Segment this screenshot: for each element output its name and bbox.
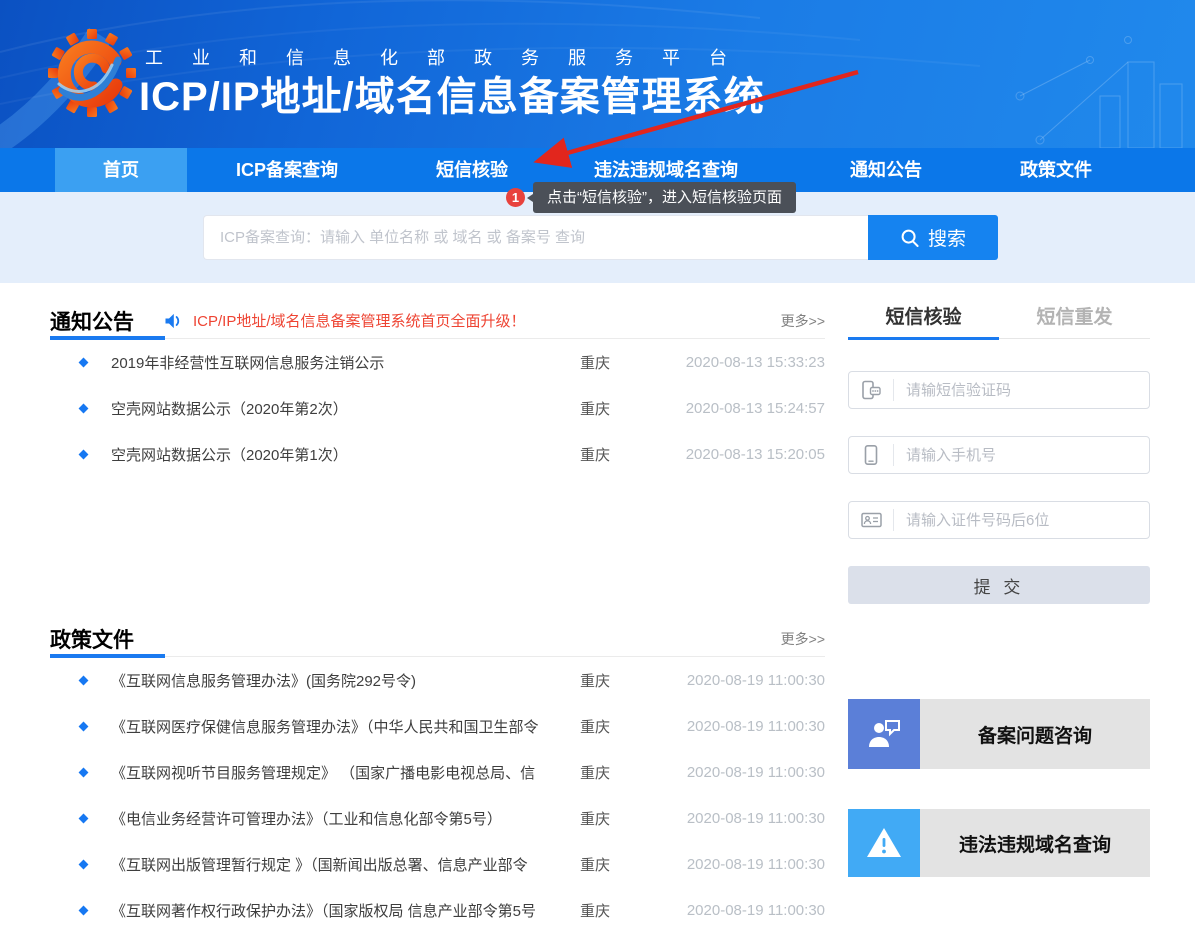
policy-time: 2020-08-19 11:00:30 bbox=[675, 672, 825, 689]
diamond-bullet-icon bbox=[79, 721, 89, 731]
sms-panel-tabs: 短信核验 短信重发 bbox=[848, 303, 1150, 339]
diamond-bullet-icon bbox=[79, 449, 89, 459]
notice-row[interactable]: 空壳网站数据公示（2020年第2次） 重庆 2020-08-13 15:24:5… bbox=[50, 385, 825, 431]
notice-time: 2020-08-13 15:20:05 bbox=[675, 446, 825, 463]
phone-icon bbox=[849, 444, 893, 466]
policy-title: 《互联网著作权行政保护办法》（国家版权局 信息产业部令第5号 bbox=[111, 900, 580, 921]
search-button-label: 搜索 bbox=[928, 224, 966, 251]
diamond-bullet-icon bbox=[79, 859, 89, 869]
phone-input[interactable] bbox=[894, 437, 1149, 473]
step-badge: 1 bbox=[506, 188, 525, 207]
guide-tooltip: 点击“短信核验”，进入短信核验页面 bbox=[533, 182, 796, 213]
notices-list: 2019年非经营性互联网信息服务注销公示 重庆 2020-08-13 15:33… bbox=[50, 339, 825, 477]
diamond-bullet-icon bbox=[79, 813, 89, 823]
policy-row[interactable]: 《互联网医疗保健信息服务管理办法》（中华人民共和国卫生部令 重庆 2020-08… bbox=[50, 703, 825, 749]
sms-code-input[interactable] bbox=[894, 372, 1149, 408]
notices-section: 通知公告 ICP/IP地址/域名信息备案管理系统首页全面升级！ 更多>> bbox=[50, 303, 825, 477]
diamond-bullet-icon bbox=[79, 403, 89, 413]
page: 工业和信息化部政务服务平台 ICP/IP地址/域名信息备案管理系统 首页 ICP… bbox=[0, 0, 1195, 934]
notice-region: 重庆 bbox=[580, 352, 675, 373]
policy-title: 《互联网出版管理暂行规定 》（国新闻出版总署、信息产业部令 bbox=[111, 854, 580, 875]
site-header: 工业和信息化部政务服务平台 ICP/IP地址/域名信息备案管理系统 bbox=[0, 0, 1195, 148]
policy-row[interactable]: 《电信业务经营许可管理办法》（工业和信息化部令第5号） 重庆 2020-08-1… bbox=[50, 795, 825, 841]
policy-time: 2020-08-19 11:00:30 bbox=[675, 718, 825, 735]
search-row: 搜索 bbox=[203, 215, 998, 260]
policy-title: 《互联网视听节目服务管理规定》 （国家广播电影电视总局、信 bbox=[111, 762, 580, 783]
policy-region: 重庆 bbox=[580, 670, 675, 691]
diamond-bullet-icon bbox=[79, 357, 89, 367]
policy-row[interactable]: 《互联网出版管理暂行规定 》（国新闻出版总署、信息产业部令 重庆 2020-08… bbox=[50, 841, 825, 887]
site-title: ICP/IP地址/域名信息备案管理系统 bbox=[139, 64, 765, 122]
nav-item-notices[interactable]: 通知公告 bbox=[775, 148, 997, 192]
policy-title: 《互联网医疗保健信息服务管理办法》（中华人民共和国卫生部令 bbox=[111, 716, 580, 737]
notice-title: 空壳网站数据公示（2020年第2次） bbox=[111, 398, 580, 419]
idcard-field[interactable] bbox=[848, 501, 1150, 539]
policy-region: 重庆 bbox=[580, 716, 675, 737]
tab-sms-resend[interactable]: 短信重发 bbox=[999, 303, 1150, 338]
policy-time: 2020-08-19 11:00:30 bbox=[675, 902, 825, 919]
idcard-input[interactable] bbox=[894, 502, 1149, 538]
notices-marquee[interactable]: ICP/IP地址/域名信息备案管理系统首页全面升级！ bbox=[164, 310, 526, 331]
policy-row[interactable]: 《互联网著作权行政保护办法》（国家版权局 信息产业部令第5号 重庆 2020-0… bbox=[50, 887, 825, 933]
phone-field[interactable] bbox=[848, 436, 1150, 474]
site-logo-gear-icon[interactable] bbox=[46, 24, 138, 122]
notice-title: 2019年非经营性互联网信息服务注销公示 bbox=[111, 352, 580, 373]
policy-region: 重庆 bbox=[580, 900, 675, 921]
policies-more-link[interactable]: 更多>> bbox=[781, 629, 825, 649]
nav-item-home[interactable]: 首页 bbox=[55, 148, 187, 192]
policies-section: 政策文件 更多>> 《互联网信息服务管理办法》(国务院292号令) 重庆 202… bbox=[50, 621, 825, 933]
tab-sms-verify[interactable]: 短信核验 bbox=[848, 303, 999, 338]
notice-row[interactable]: 空壳网站数据公示（2020年第1次） 重庆 2020-08-13 15:20:0… bbox=[50, 431, 825, 477]
notices-marquee-text: ICP/IP地址/域名信息备案管理系统首页全面升级！ bbox=[193, 310, 526, 331]
idcard-icon bbox=[849, 509, 893, 531]
policy-title: 《电信业务经营许可管理办法》（工业和信息化部令第5号） bbox=[111, 808, 580, 829]
policy-region: 重庆 bbox=[580, 762, 675, 783]
illegal-domain-quick-link[interactable]: 违法违规域名查询 bbox=[848, 809, 1150, 877]
search-icon bbox=[900, 228, 920, 248]
policy-row[interactable]: 《互联网视听节目服务管理规定》 （国家广播电影电视总局、信 重庆 2020-08… bbox=[50, 749, 825, 795]
sms-verify-form: 提 交 bbox=[848, 371, 1150, 604]
submit-button[interactable]: 提 交 bbox=[848, 566, 1150, 604]
notices-title: 通知公告 bbox=[50, 306, 134, 336]
policy-region: 重庆 bbox=[580, 808, 675, 829]
search-button[interactable]: 搜索 bbox=[868, 215, 998, 260]
policies-header: 政策文件 更多>> bbox=[50, 621, 825, 657]
warning-icon bbox=[848, 809, 920, 877]
policy-title: 《互联网信息服务管理办法》(国务院292号令) bbox=[111, 670, 580, 691]
illegal-domain-label: 违法违规域名查询 bbox=[920, 809, 1150, 877]
main-content: 通知公告 ICP/IP地址/域名信息备案管理系统首页全面升级！ 更多>> bbox=[0, 283, 1195, 933]
left-column: 通知公告 ICP/IP地址/域名信息备案管理系统首页全面升级！ 更多>> bbox=[50, 303, 825, 933]
consult-icon bbox=[848, 699, 920, 769]
notices-more-link[interactable]: 更多>> bbox=[781, 311, 825, 331]
speaker-icon bbox=[164, 312, 183, 330]
notice-region: 重庆 bbox=[580, 398, 675, 419]
policy-region: 重庆 bbox=[580, 854, 675, 875]
guide-annotation: 1 点击“短信核验”，进入短信核验页面 bbox=[506, 182, 796, 213]
notice-title: 空壳网站数据公示（2020年第1次） bbox=[111, 444, 580, 465]
sms-code-icon bbox=[849, 379, 893, 401]
notice-time: 2020-08-13 15:33:23 bbox=[675, 354, 825, 371]
notice-row[interactable]: 2019年非经营性互联网信息服务注销公示 重庆 2020-08-13 15:33… bbox=[50, 339, 825, 385]
nav-item-policies[interactable]: 政策文件 bbox=[997, 148, 1115, 192]
nav-item-icp-query[interactable]: ICP备案查询 bbox=[187, 148, 387, 192]
notices-header: 通知公告 ICP/IP地址/域名信息备案管理系统首页全面升级！ 更多>> bbox=[50, 303, 825, 339]
notice-region: 重庆 bbox=[580, 444, 675, 465]
policy-row[interactable]: 《互联网信息服务管理办法》(国务院292号令) 重庆 2020-08-19 11… bbox=[50, 657, 825, 703]
policies-title: 政策文件 bbox=[50, 624, 134, 654]
policy-time: 2020-08-19 11:00:30 bbox=[675, 810, 825, 827]
policies-list: 《互联网信息服务管理办法》(国务院292号令) 重庆 2020-08-19 11… bbox=[50, 657, 825, 933]
diamond-bullet-icon bbox=[79, 675, 89, 685]
diamond-bullet-icon bbox=[79, 767, 89, 777]
consult-quick-link[interactable]: 备案问题咨询 bbox=[848, 699, 1150, 769]
sms-code-field[interactable] bbox=[848, 371, 1150, 409]
policy-time: 2020-08-19 11:00:30 bbox=[675, 856, 825, 873]
diamond-bullet-icon bbox=[79, 905, 89, 915]
right-column: 短信核验 短信重发 bbox=[848, 303, 1150, 933]
notice-time: 2020-08-13 15:24:57 bbox=[675, 400, 825, 417]
policy-time: 2020-08-19 11:00:30 bbox=[675, 764, 825, 781]
icp-search-input[interactable] bbox=[203, 215, 868, 260]
consult-label: 备案问题咨询 bbox=[920, 699, 1150, 769]
